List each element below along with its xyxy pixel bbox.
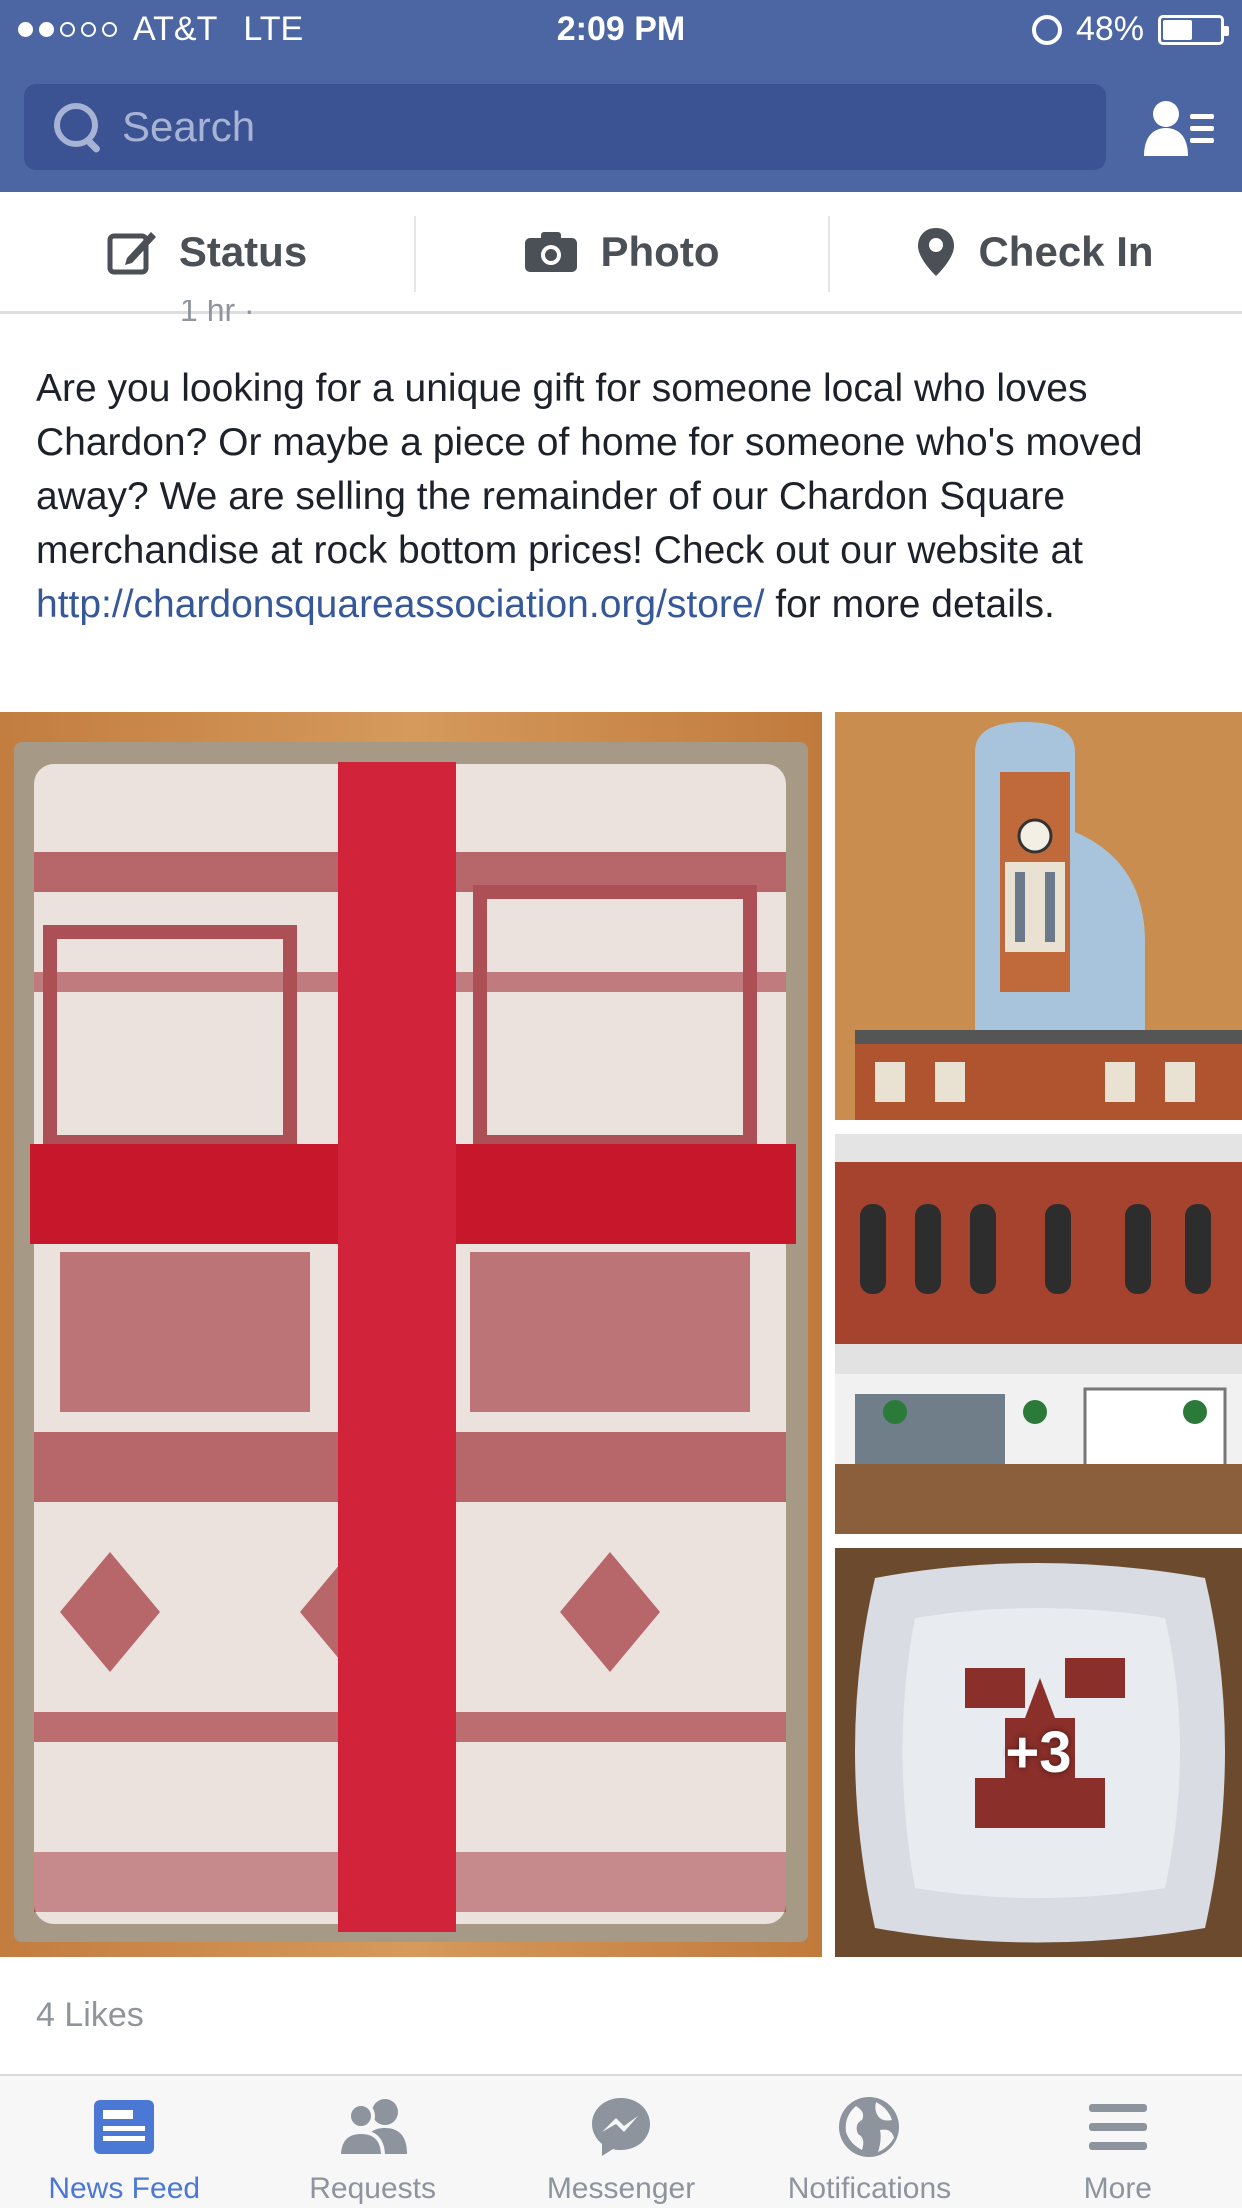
post-body: Are you looking for a unique gift for so… <box>36 362 1216 632</box>
more-photos-count: +3 <box>1005 1720 1072 1785</box>
photo-courthouse-cutout[interactable] <box>835 712 1242 1120</box>
blanket-image <box>0 712 822 1957</box>
search-bar[interactable]: Search <box>24 84 1106 170</box>
status-right: 48% <box>1031 10 1229 49</box>
tab-label: News Feed <box>48 2172 201 2205</box>
photo-throw-blanket[interactable] <box>0 712 822 1957</box>
storefront-image <box>835 1134 1242 1534</box>
location-pin-icon <box>918 227 955 276</box>
tab-messenger[interactable]: Messenger <box>497 2076 745 2208</box>
search-icon <box>52 101 104 153</box>
tab-requests[interactable]: Requests <box>248 2076 496 2208</box>
more-menu-icon <box>1088 2104 1147 2150</box>
status-label: Status <box>178 227 308 275</box>
bottom-tab-bar: News Feed Requests Messenger Notificatio… <box>0 2074 1242 2208</box>
composer-bar: Status Photo Check In <box>0 192 1242 314</box>
camera-icon <box>524 231 577 272</box>
tab-label: More <box>1083 2172 1152 2205</box>
tab-label: Requests <box>309 2172 436 2205</box>
tab-notifications[interactable]: Notifications <box>745 2076 993 2208</box>
search-input[interactable]: Search <box>122 103 255 151</box>
post-time: 1 hr · <box>180 300 255 326</box>
post-text-1: Are you looking for a unique gift for so… <box>36 367 1143 572</box>
photo-label: Photo <box>600 227 720 275</box>
tab-label: Messenger <box>546 2172 696 2205</box>
battery-fill <box>1163 19 1192 40</box>
tab-label: Notifications <box>787 2172 952 2205</box>
edit-icon <box>107 231 156 274</box>
battery-percent: 48% <box>1075 10 1144 48</box>
courthouse-image <box>835 712 1242 1120</box>
alarm-icon <box>1031 14 1062 45</box>
tab-news-feed[interactable]: News Feed <box>0 2076 248 2208</box>
post-text-2: for more details. <box>764 583 1055 626</box>
top-header: AT&T LTE 2:09 PM 48% Search <box>0 0 1242 192</box>
status-button[interactable]: Status <box>0 192 414 311</box>
check-in-label: Check In <box>978 227 1154 275</box>
friend-requests-icon[interactable] <box>1142 98 1216 158</box>
status-bar: AT&T LTE 2:09 PM 48% <box>0 0 1242 62</box>
news-feed-icon <box>94 2100 155 2154</box>
messenger-icon <box>592 2098 651 2156</box>
battery-icon <box>1158 14 1229 45</box>
check-in-button[interactable]: Check In <box>828 192 1242 311</box>
photo-commemorative-plate[interactable]: +3 <box>835 1548 1242 1957</box>
photo-storefront[interactable] <box>835 1134 1242 1534</box>
notifications-globe-icon <box>839 2097 900 2157</box>
tab-more[interactable]: More <box>994 2076 1242 2208</box>
requests-icon <box>336 2099 407 2158</box>
post-photo-grid: +3 <box>0 712 1242 1957</box>
post-timestamp: 1 hr · <box>180 300 255 326</box>
likes-count[interactable]: 4 Likes <box>36 1996 144 2035</box>
photo-button[interactable]: Photo <box>414 192 828 311</box>
store-link[interactable]: http://chardonsquareassociation.org/stor… <box>36 583 764 626</box>
